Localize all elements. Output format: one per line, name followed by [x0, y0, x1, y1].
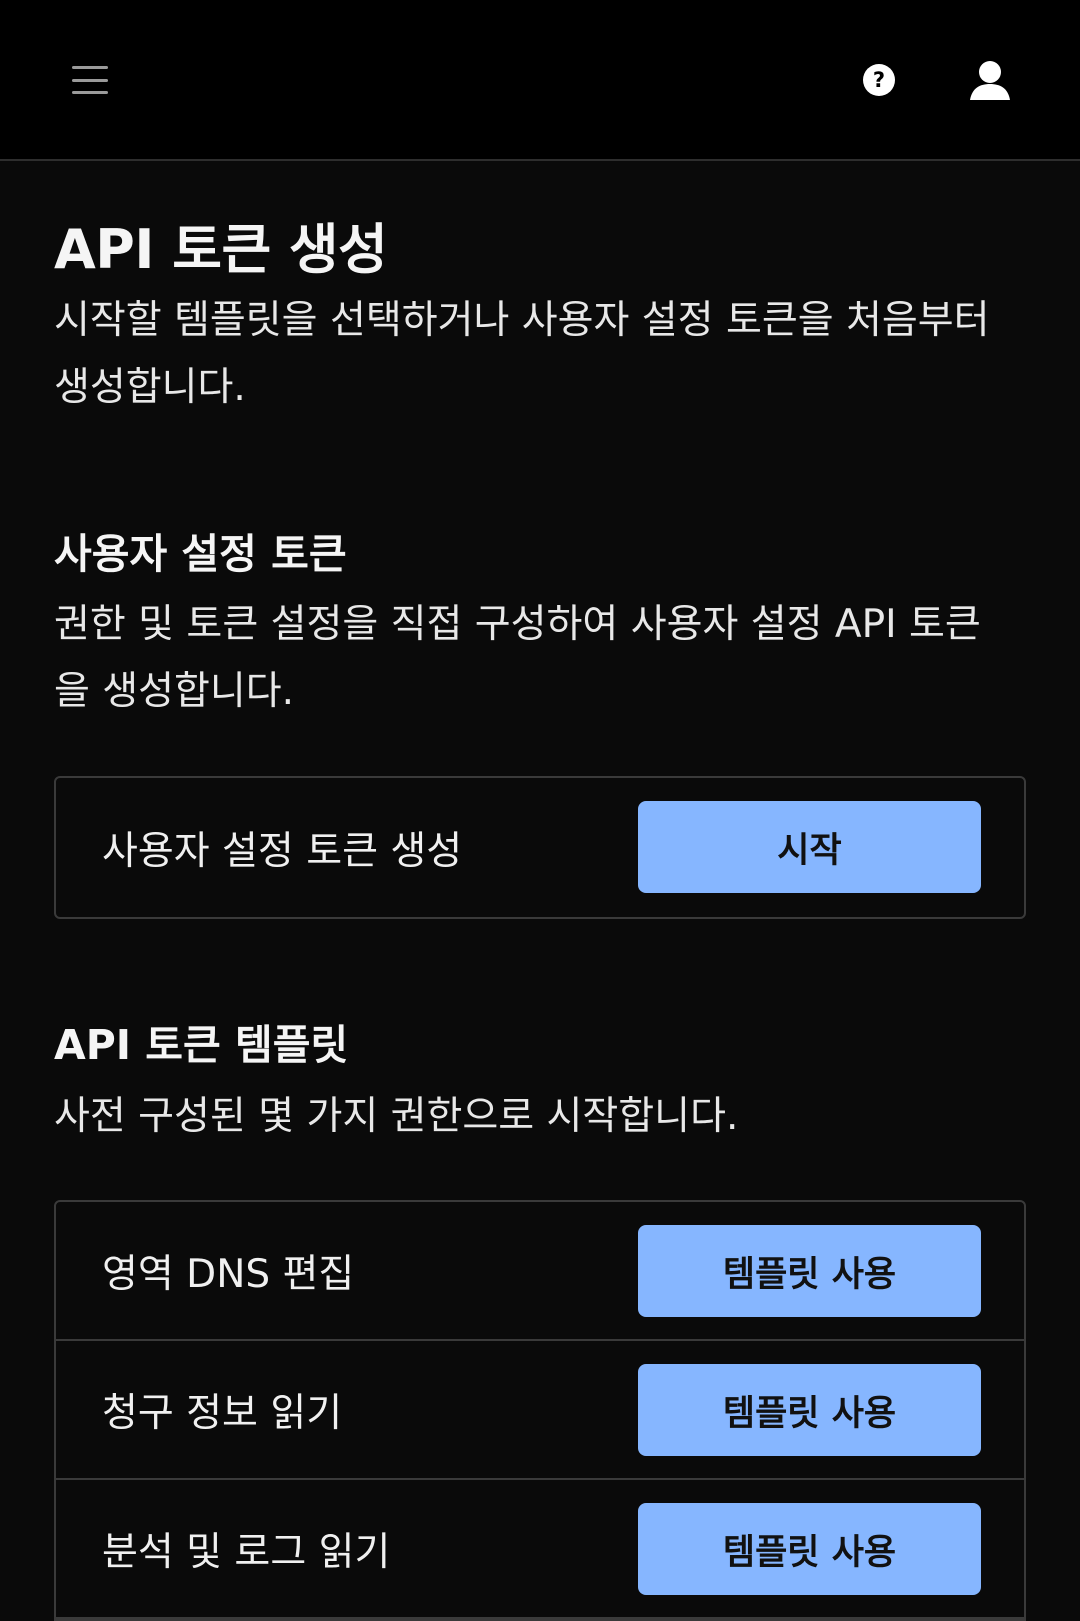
top-bar: ?: [0, 0, 1080, 161]
start-button[interactable]: 시작: [638, 801, 981, 893]
template-row-billing-read: 청구 정보 읽기 템플릿 사용: [56, 1341, 1024, 1480]
question-circle-icon[interactable]: ?: [862, 63, 896, 97]
template-list: 영역 DNS 편집 템플릿 사용 청구 정보 읽기 템플릿 사용 분석 및 로그…: [54, 1200, 1026, 1621]
template-row-dns-edit: 영역 DNS 편집 템플릿 사용: [56, 1202, 1024, 1341]
custom-token-row: 사용자 설정 토큰 생성 시작: [56, 778, 1024, 917]
custom-token-card: 사용자 설정 토큰 생성 시작: [54, 776, 1026, 919]
template-row-label: 영역 DNS 편집: [102, 1251, 355, 1297]
custom-token-section-description: 권한 및 토큰 설정을 직접 구성하여 사용자 설정 API 토큰을 생성합니다…: [54, 602, 981, 714]
question-circle-svg: ?: [863, 64, 895, 96]
menu-line: [72, 78, 108, 82]
template-row-label: 분석 및 로그 읽기: [102, 1529, 391, 1575]
page-description: 시작할 템플릿을 선택하거나 사용자 설정 토큰을 처음부터 생성합니다.: [54, 298, 990, 410]
menu-line: [72, 91, 108, 94]
svg-text:?: ?: [873, 68, 885, 92]
template-section-title: API 토큰 템플릿: [54, 1021, 349, 1069]
menu-line: [72, 66, 108, 69]
user-svg: [970, 61, 1010, 100]
template-section-description: 사전 구성된 몇 가지 권한으로 시작합니다.: [54, 1094, 739, 1139]
use-template-button-analytics-logs-read[interactable]: 템플릿 사용: [638, 1503, 981, 1595]
custom-token-row-label: 사용자 설정 토큰 생성: [102, 828, 463, 874]
template-row-label: 청구 정보 읽기: [102, 1390, 343, 1436]
template-row-analytics-logs-read: 분석 및 로그 읽기 템플릿 사용: [56, 1480, 1024, 1619]
use-template-button-dns-edit[interactable]: 템플릿 사용: [638, 1225, 981, 1317]
use-template-button-billing-read[interactable]: 템플릿 사용: [638, 1364, 981, 1456]
page-title: API 토큰 생성: [54, 218, 388, 281]
custom-token-section-title: 사용자 설정 토큰: [54, 530, 347, 578]
hamburger-menu-icon[interactable]: [68, 60, 112, 100]
user-icon[interactable]: [968, 58, 1012, 102]
